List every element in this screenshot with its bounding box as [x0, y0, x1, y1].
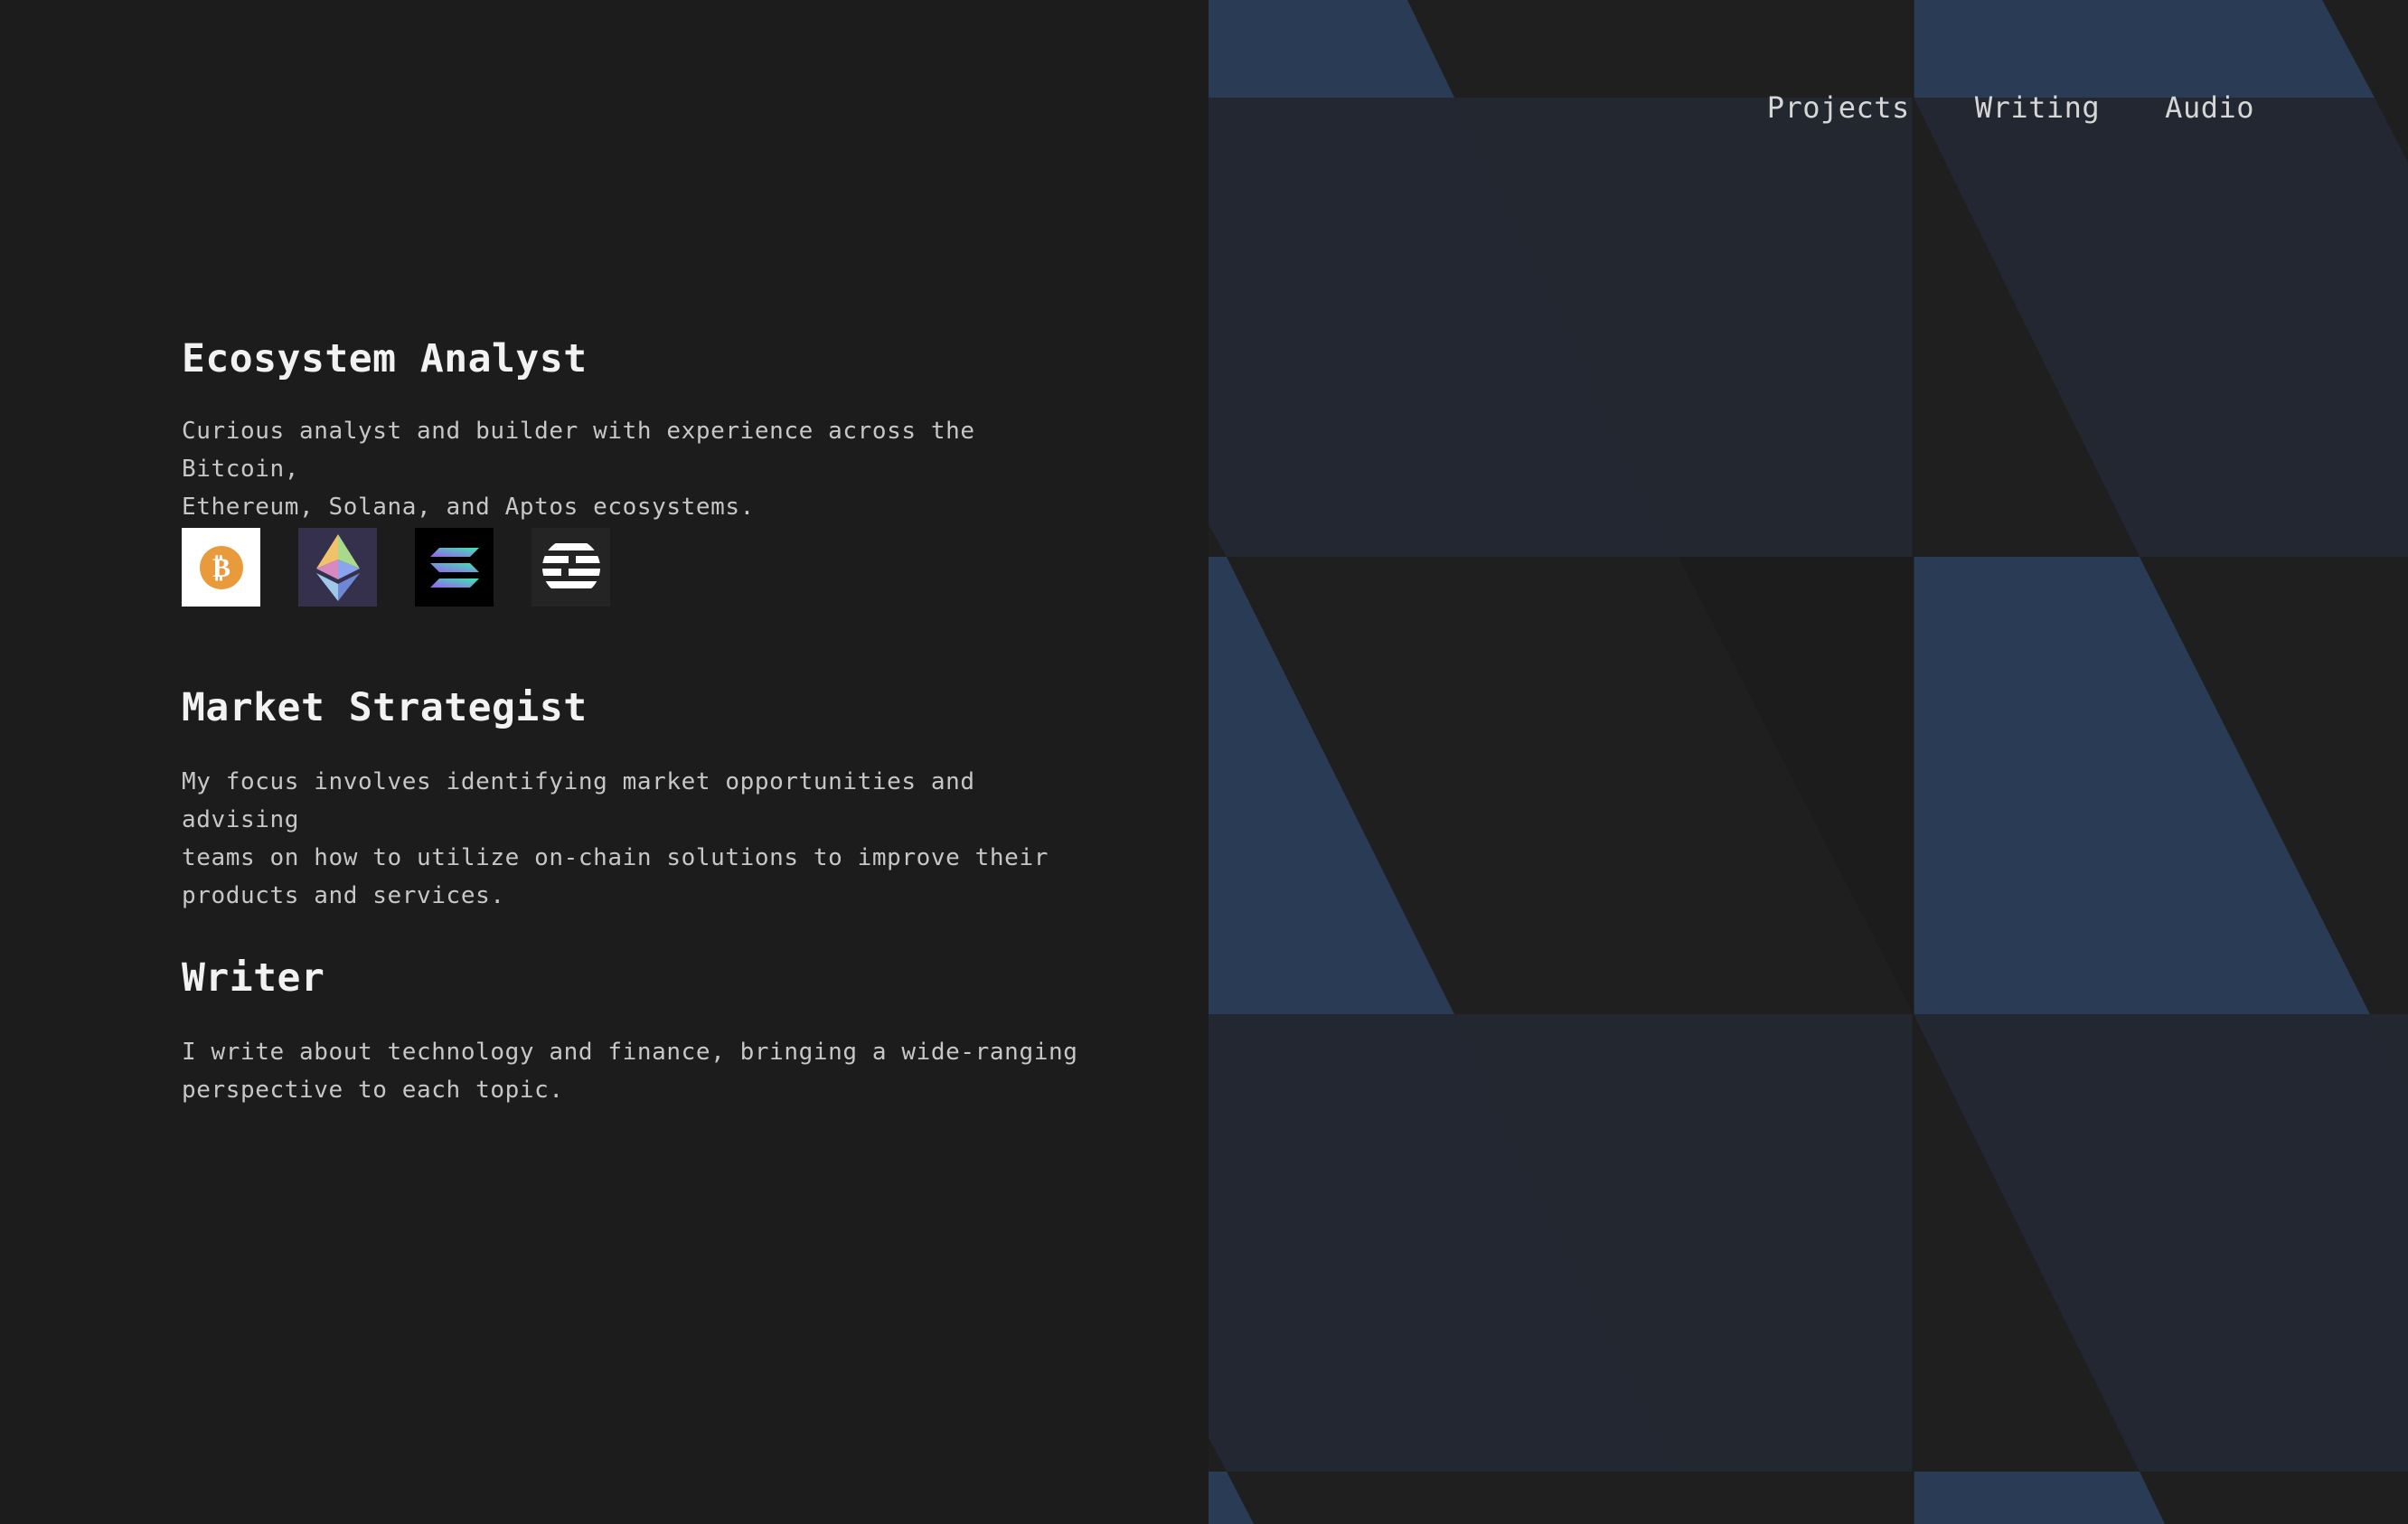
body-line: Ethereum, Solana, and Aptos ecosystems.: [182, 494, 755, 521]
section-title: Writer: [182, 955, 325, 1001]
top-nav: Projects Writing Audio: [1767, 90, 2254, 125]
section-title: Market Strategist: [182, 685, 588, 730]
svg-text:₿: ₿: [212, 552, 230, 584]
body-line: perspective to each topic.: [182, 1077, 564, 1104]
ecosystem-logos: ₿: [182, 528, 610, 607]
geometric-pattern: [1209, 0, 2408, 1524]
section-body: I write about technology and finance, br…: [182, 1033, 1104, 1109]
body-line: teams on how to utilize on-chain solutio…: [182, 844, 1049, 871]
decorative-pattern-panel: Projects Writing Audio: [1209, 0, 2408, 1524]
nav-link-audio[interactable]: Audio: [2165, 90, 2254, 125]
ethereum-logo-icon: [298, 528, 377, 607]
bitcoin-logo-icon: ₿: [182, 528, 260, 607]
body-line: I write about technology and finance, br…: [182, 1039, 1078, 1066]
body-line: Curious analyst and builder with experie…: [182, 418, 975, 483]
nav-link-writing[interactable]: Writing: [1975, 90, 2100, 125]
page: Ecosystem Analyst Curious analyst and bu…: [0, 0, 2408, 1524]
market-strategist-section: Market Strategist My focus involves iden…: [182, 685, 1104, 915]
section-title: Ecosystem Analyst: [182, 336, 588, 381]
aptos-logo-icon: [531, 528, 610, 607]
section-body: My focus involves identifying market opp…: [182, 763, 1104, 915]
ecosystem-analyst-section: Ecosystem Analyst Curious analyst and bu…: [182, 336, 1104, 526]
body-line: My focus involves identifying market opp…: [182, 768, 975, 833]
content-panel: Ecosystem Analyst Curious analyst and bu…: [0, 0, 1209, 1524]
section-body: Curious analyst and builder with experie…: [182, 412, 1104, 526]
nav-link-projects[interactable]: Projects: [1767, 90, 1910, 125]
writer-section: Writer I write about technology and fina…: [182, 955, 1104, 1109]
solana-logo-icon: [415, 528, 494, 607]
body-line: products and services.: [182, 882, 505, 909]
